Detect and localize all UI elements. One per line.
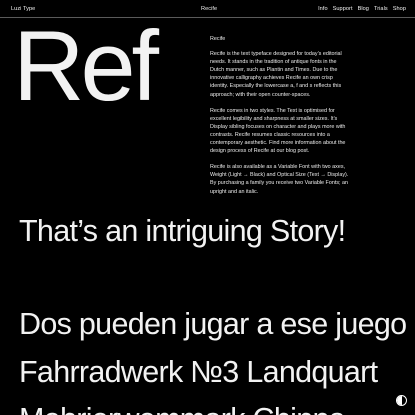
contrast-toggle-icon[interactable] [396, 395, 407, 406]
typeface-description: Recife Recife is the text typeface desig… [210, 35, 350, 204]
type-sample-line[interactable]: Mehrjerwemmark Chinna [19, 404, 346, 415]
type-sample-line[interactable]: Dos pueden jugar a ese juego [19, 309, 407, 340]
nav-support[interactable]: Support [333, 6, 353, 12]
type-sample-line[interactable]: That’s an intriguing Story! [19, 216, 346, 247]
product-name: Recife [201, 6, 218, 12]
description-paragraph: Recife comes in two styles. The Text is … [210, 107, 346, 155]
nav-shop[interactable]: Shop [393, 6, 406, 12]
description-paragraph: Recife is the text typeface designed for… [210, 51, 342, 98]
nav-blog[interactable]: Blog [358, 6, 369, 12]
description-title: Recife [210, 36, 226, 42]
main-nav: Info Support Blog Trials Shop [318, 6, 406, 12]
description-paragraph: Recife is also available as a Variable F… [210, 164, 349, 195]
type-specimen-page: Luzi Type Recife Info Support Blog Trial… [0, 0, 415, 415]
hero-type-sample: Ref [13, 10, 159, 121]
toggle-fill [397, 396, 402, 405]
nav-info[interactable]: Info [318, 6, 328, 12]
type-sample-line[interactable]: Fahrradwerk №3 Landquart [19, 357, 378, 388]
nav-trials[interactable]: Trials [374, 6, 388, 12]
